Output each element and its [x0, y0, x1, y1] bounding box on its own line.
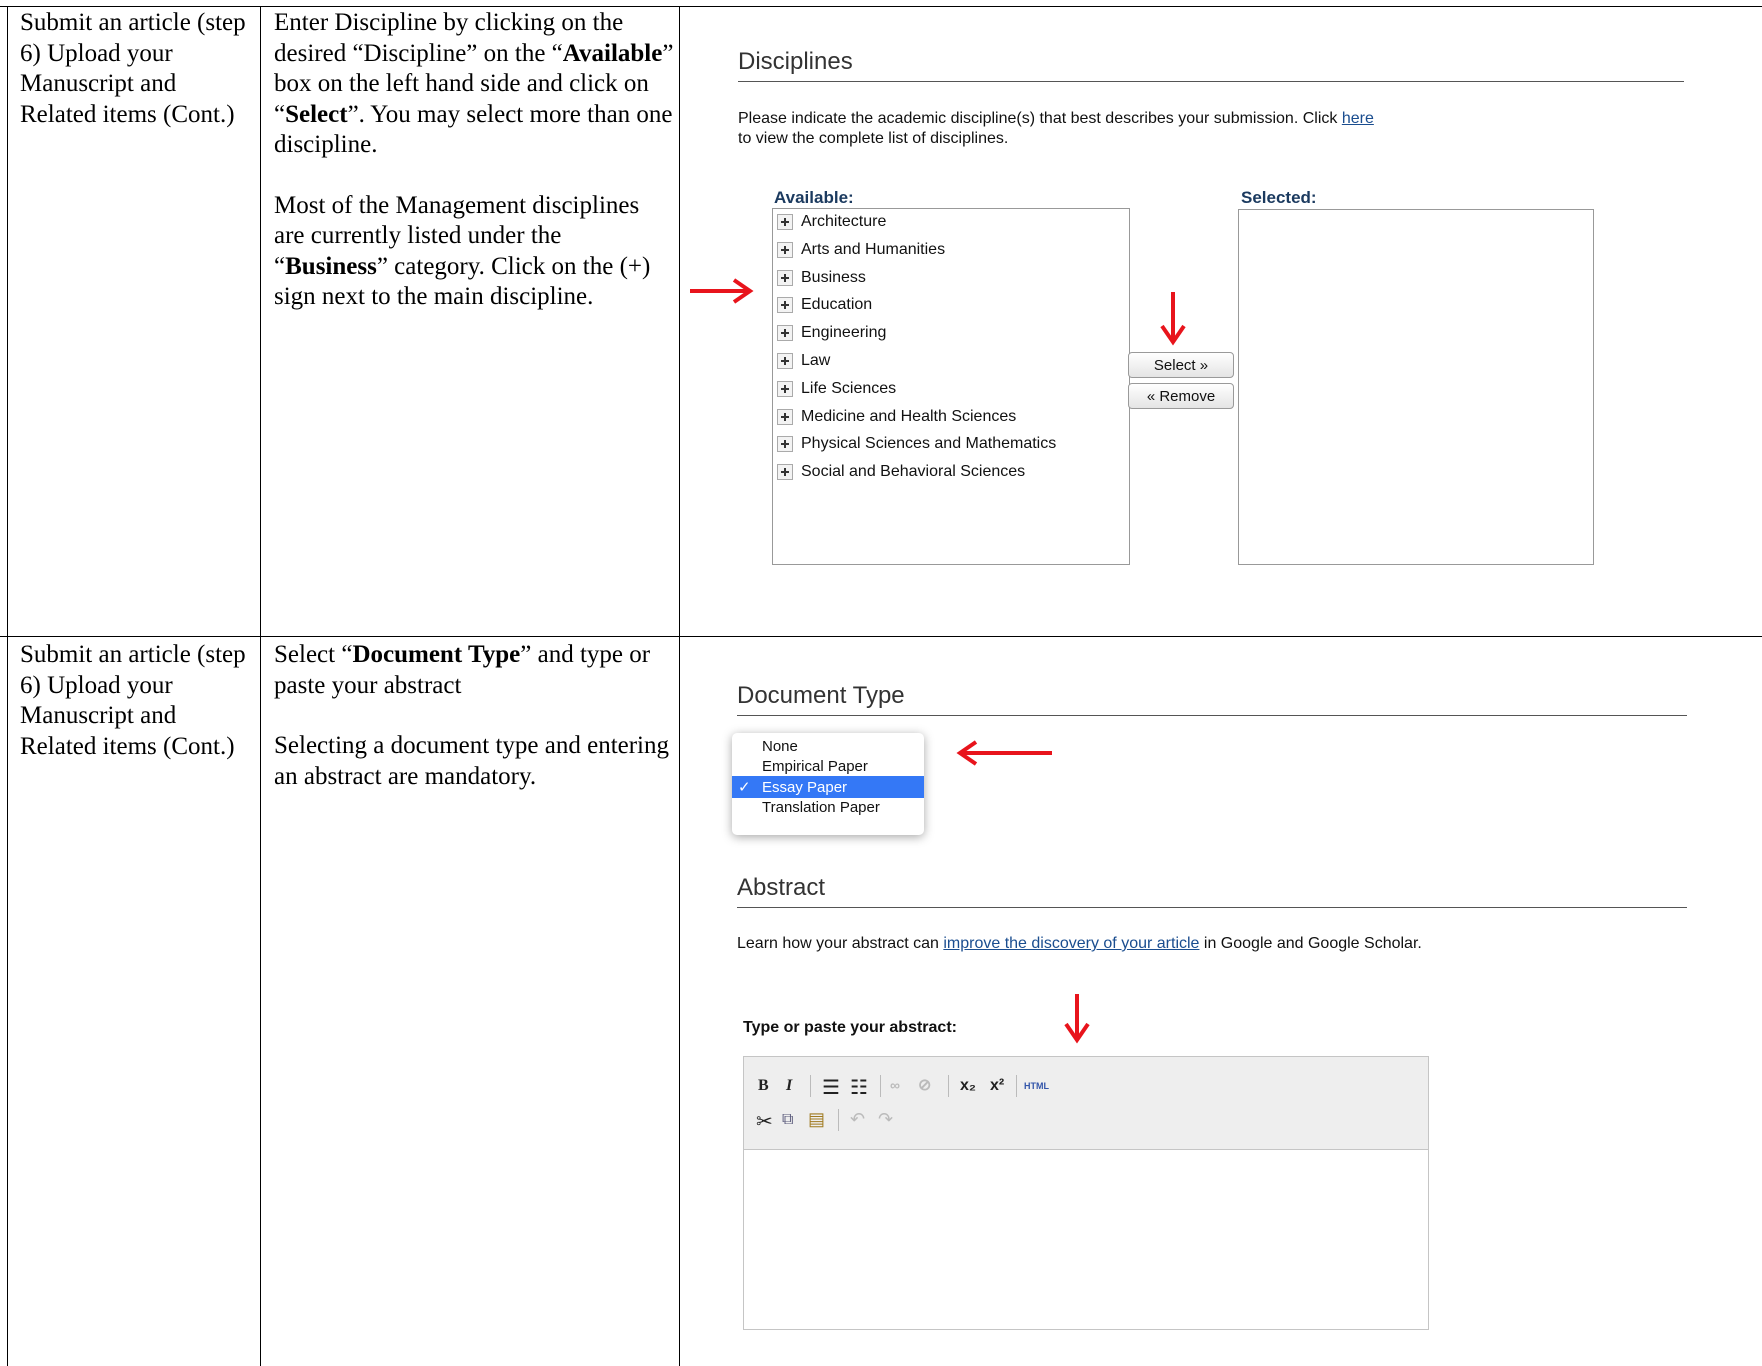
bullet-list-icon[interactable]: ☰: [822, 1075, 840, 1100]
document-type-dropdown[interactable]: None Empirical Paper ✓ Essay Paper Translati…: [732, 733, 924, 835]
option-label: None: [762, 737, 798, 755]
selected-label: Selected:: [1241, 188, 1317, 207]
numbered-list-icon[interactable]: ☷: [850, 1075, 868, 1100]
heading-rule: [737, 907, 1687, 908]
dropdown-option[interactable]: Empirical Paper: [732, 756, 924, 778]
discipline-tree-item[interactable]: Social and Behavioral Sciences: [777, 459, 1025, 485]
expand-plus-icon[interactable]: [777, 269, 793, 286]
document-type-screenshot: Document Type None Empirical Paper ✓ Essay …: [690, 638, 1750, 1366]
abstract-heading: Abstract: [737, 874, 826, 901]
subscript-button[interactable]: x₂: [960, 1077, 976, 1095]
discipline-tree-item[interactable]: Architecture: [777, 209, 886, 235]
expand-plus-icon[interactable]: [777, 241, 793, 258]
editor-toolbar: B I ☰ ☷ ∞ ⊘ x₂ x² HTML ✂ ⧉ ▤ ↶ ↷: [744, 1057, 1428, 1150]
document-page: Submit an article (step 6) Upload your M…: [0, 0, 1762, 1366]
discipline-label: Physical Sciences and Mathematics: [801, 435, 1057, 453]
row1-step-cell: Submit an article (step 6) Upload your M…: [20, 9, 246, 128]
dropdown-option[interactable]: ✓ Essay Paper: [732, 776, 924, 798]
table-border-top: [0, 6, 1762, 7]
disciplines-heading: Disciplines: [738, 48, 853, 75]
redo-icon[interactable]: ↷: [878, 1109, 893, 1130]
discipline-label: Law: [801, 352, 831, 369]
toolbar-separator: [838, 1109, 839, 1131]
table-column-divider-1: [260, 6, 261, 1366]
discipline-label: Architecture: [801, 213, 887, 230]
document-type-heading: Document Type: [737, 682, 905, 709]
disciplines-intro: Please indicate the academic discipline(…: [738, 110, 1374, 147]
checkmark-icon: ✓: [738, 779, 751, 796]
expand-plus-icon[interactable]: [777, 214, 793, 230]
row1-instructions-cell: Enter Discipline by clicking on the desi…: [274, 9, 674, 310]
discipline-tree-item[interactable]: Engineering: [777, 320, 886, 346]
expand-plus-icon[interactable]: [777, 297, 793, 314]
expand-plus-icon[interactable]: [777, 408, 793, 425]
table-row-divider: [0, 636, 1762, 637]
right-arrow-icon: [690, 278, 754, 304]
abstract-editor[interactable]: B I ☰ ☷ ∞ ⊘ x₂ x² HTML ✂ ⧉ ▤ ↶ ↷: [743, 1056, 1429, 1330]
expand-plus-icon[interactable]: [777, 380, 793, 397]
superscript-button[interactable]: x²: [990, 1077, 1004, 1095]
expand-plus-icon[interactable]: [777, 464, 793, 481]
discipline-tree-item[interactable]: Physical Sciences and Mathematics: [777, 431, 1056, 457]
discipline-label: Business: [801, 268, 866, 286]
abstract-editor-label: Type or paste your abstract:: [743, 1019, 957, 1036]
down-arrow-icon: [1160, 292, 1186, 346]
available-listbox[interactable]: Architecture Arts and Humanities Business E…: [772, 208, 1130, 565]
italic-button[interactable]: I: [786, 1077, 792, 1095]
discipline-tree-item[interactable]: Arts and Humanities: [777, 237, 945, 263]
down-arrow-icon: [1064, 994, 1090, 1044]
discipline-label: Education: [801, 296, 873, 314]
toolbar-separator: [810, 1075, 811, 1097]
discipline-label: Social and Behavioral Sciences: [801, 463, 1026, 481]
discipline-tree-item[interactable]: Law: [777, 348, 830, 374]
discipline-tree-item[interactable]: Business: [777, 265, 866, 291]
copy-icon[interactable]: ⧉: [782, 1111, 793, 1129]
option-label: Essay Paper: [762, 778, 848, 796]
here-link[interactable]: here: [1342, 110, 1374, 127]
html-source-button[interactable]: HTML: [1024, 1081, 1049, 1091]
left-arrow-icon: [956, 740, 1052, 766]
improve-discovery-link[interactable]: improve the discovery of your article: [943, 935, 1199, 952]
link-icon[interactable]: ∞: [890, 1077, 900, 1093]
dropdown-option[interactable]: None: [732, 735, 924, 757]
discipline-tree-item[interactable]: Education: [777, 292, 872, 318]
toolbar-separator: [1016, 1075, 1017, 1097]
expand-plus-icon[interactable]: [777, 353, 793, 369]
bold-button[interactable]: B: [758, 1077, 769, 1095]
heading-rule: [737, 715, 1687, 716]
discipline-tree-item[interactable]: Medicine and Health Sciences: [777, 404, 1016, 430]
remove-button[interactable]: « Remove: [1128, 383, 1234, 409]
heading-rule: [738, 81, 1684, 82]
undo-icon[interactable]: ↶: [850, 1109, 865, 1130]
row2-step-cell: Submit an article (step 6) Upload your M…: [20, 641, 246, 760]
discipline-label: Arts and Humanities: [801, 240, 946, 258]
option-label: Empirical Paper: [762, 758, 868, 775]
discipline-label: Life Sciences: [801, 379, 897, 397]
toolbar-separator: [948, 1075, 949, 1097]
disciplines-screenshot: Disciplines Please indicate the academic…: [690, 8, 1750, 634]
paste-icon[interactable]: ▤: [808, 1109, 825, 1130]
option-label: Translation Paper: [762, 799, 880, 816]
discipline-label: Engineering: [801, 324, 887, 342]
unlink-icon[interactable]: ⊘: [918, 1075, 931, 1095]
toolbar-separator: [880, 1075, 881, 1097]
abstract-intro: Learn how your abstract can improve the …: [737, 935, 1422, 952]
discipline-tree-item[interactable]: Life Sciences: [777, 376, 896, 402]
row2-instructions-cell: Select “Document Type” and type or paste…: [274, 641, 670, 790]
dropdown-option[interactable]: Translation Paper: [732, 797, 924, 819]
table-column-divider-2: [679, 6, 680, 1366]
table-border-left: [7, 6, 8, 1366]
expand-plus-icon[interactable]: [777, 436, 793, 453]
expand-plus-icon[interactable]: [777, 325, 793, 342]
available-label: Available:: [774, 188, 854, 207]
selected-listbox[interactable]: [1238, 209, 1594, 565]
select-button[interactable]: Select »: [1128, 352, 1234, 378]
discipline-label: Medicine and Health Sciences: [801, 407, 1017, 425]
cut-icon[interactable]: ✂: [756, 1109, 773, 1134]
